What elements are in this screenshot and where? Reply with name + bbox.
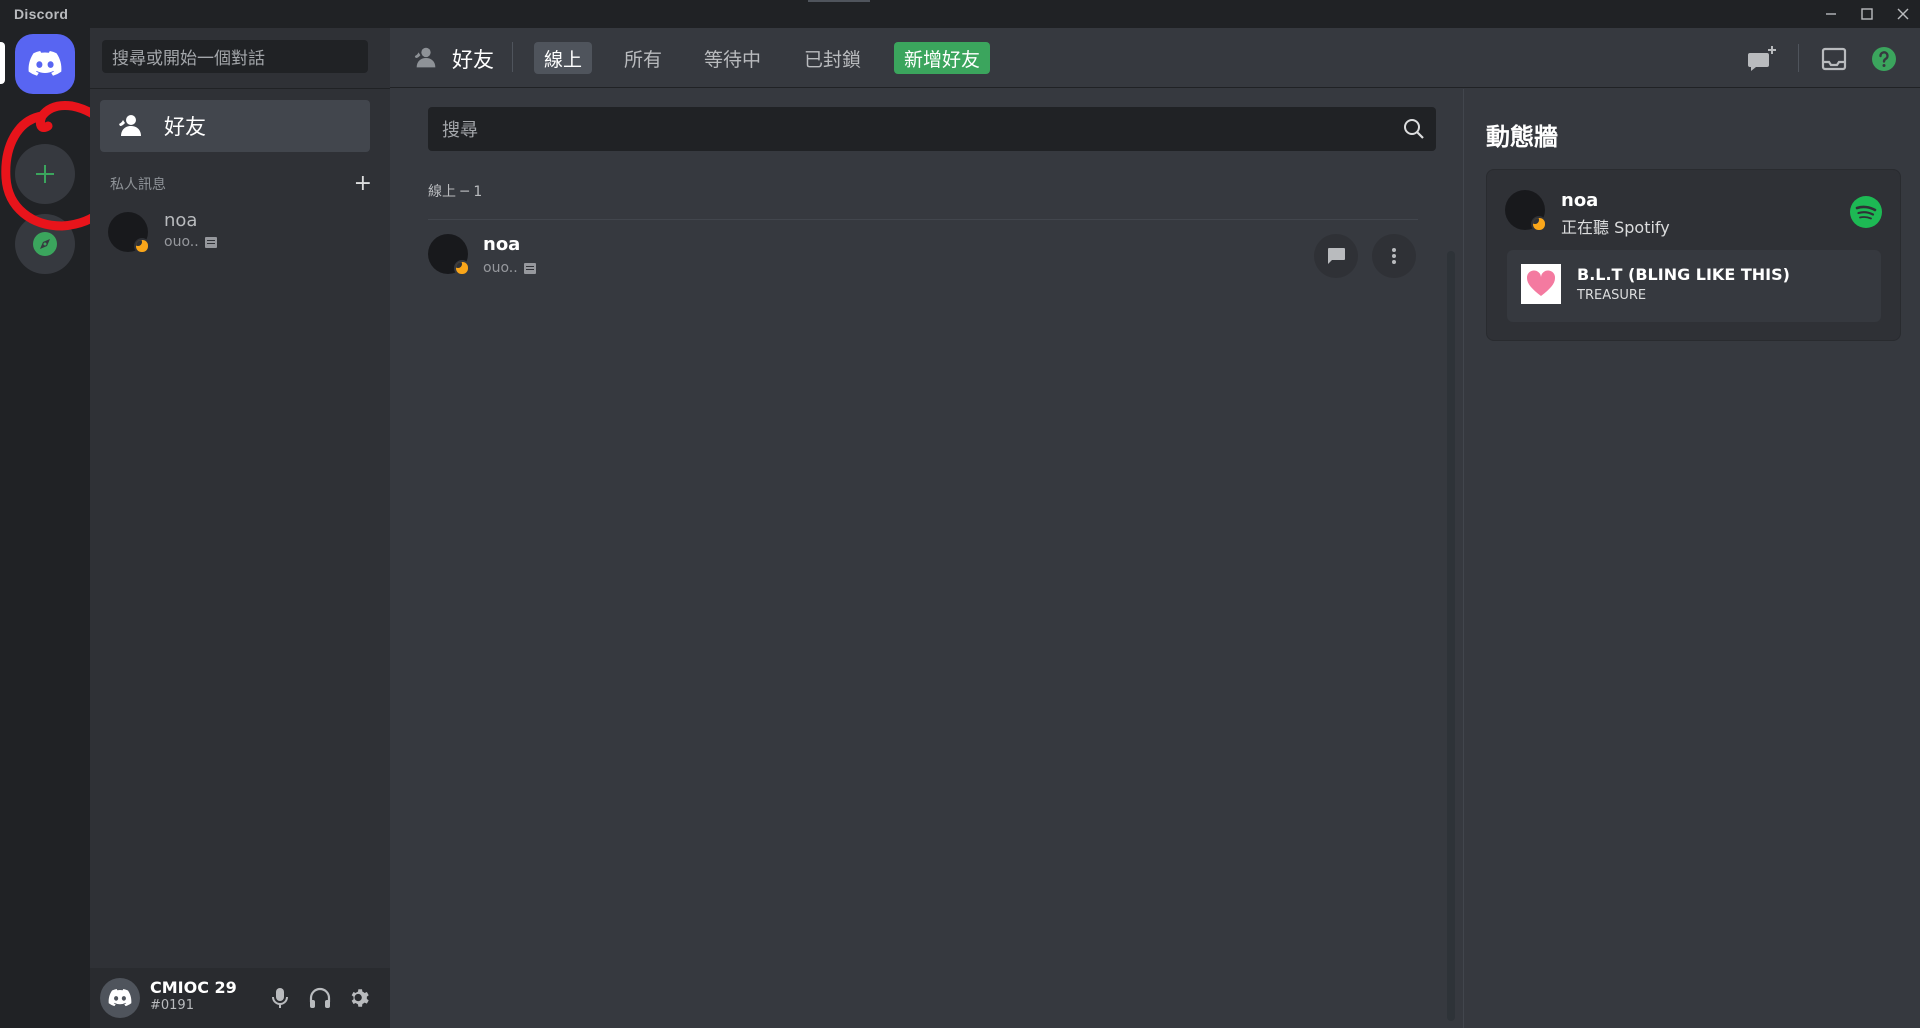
title-bar: Discord: [0, 0, 1920, 28]
inbox-icon: [1821, 47, 1847, 71]
gear-icon: [351, 989, 369, 1007]
tab-online[interactable]: 線上: [534, 42, 593, 74]
dm-header-label: 私人訊息: [110, 177, 166, 193]
friends-list-panel: 搜尋 線上 ─ 1 noa ouo..: [390, 89, 1463, 1028]
help-icon: [1872, 47, 1896, 71]
activity-card[interactable]: noa 正在聽 Spotify B.L.T (BLING LIKE THIS) …: [1486, 169, 1901, 341]
tab-all[interactable]: 所有: [614, 42, 672, 74]
user-tag: #0191: [150, 998, 194, 1013]
idle-status-icon: [454, 260, 470, 276]
more-vertical-icon: [1392, 248, 1396, 264]
app-title: Discord: [14, 6, 69, 22]
help-button[interactable]: [1868, 43, 1900, 75]
more-options-button[interactable]: [1372, 234, 1416, 278]
add-friend-button[interactable]: 新增好友: [894, 42, 991, 74]
track-title: B.L.T (BLING LIKE THIS): [1577, 265, 1790, 284]
microphone-icon: [272, 988, 288, 1008]
discord-logo-icon: [108, 989, 132, 1007]
sidebar-item-friends[interactable]: 好友: [100, 100, 370, 152]
deafen-button[interactable]: [306, 984, 334, 1012]
sidebar-item-friends-label: 好友: [164, 115, 206, 139]
page-title: 好友: [452, 48, 494, 72]
server-list: [0, 28, 127, 1028]
discord-logo-icon: [28, 51, 62, 76]
dm-search-placeholder: 搜尋或開始一個對話: [112, 49, 265, 69]
custom-status-icon: [204, 236, 217, 248]
dm-list-item[interactable]: noa ouo..: [108, 208, 370, 256]
activity-title: 動態牆: [1486, 123, 1558, 151]
online-count-header: 線上 ─ 1: [428, 184, 483, 200]
avatar[interactable]: [100, 978, 140, 1018]
friend-status: ouo..: [483, 260, 536, 276]
friend-status-text: ouo..: [483, 260, 518, 276]
main-area: 好友 線上 所有 等待中 已封鎖 新增好友 搜尋 線上 ─ 1 noa ouo.…: [390, 28, 1920, 1028]
inbox-button[interactable]: [1818, 43, 1850, 75]
search-icon: [1404, 119, 1424, 139]
list-divider: [428, 219, 1418, 220]
track-artist: TREASURE: [1577, 288, 1647, 303]
idle-status-icon: [134, 238, 150, 254]
friend-name: noa: [483, 234, 521, 255]
tab-blocked[interactable]: 已封鎖: [794, 42, 871, 74]
close-button[interactable]: [1890, 4, 1916, 24]
user-settings-button[interactable]: [346, 984, 374, 1012]
new-group-dm-icon: [1748, 46, 1776, 71]
user-panel: CMIOC 29 #0191: [90, 968, 390, 1028]
dm-search-input[interactable]: 搜尋或開始一個對話: [102, 40, 368, 73]
create-dm-button[interactable]: +: [354, 173, 372, 195]
friends-icon: [119, 115, 141, 136]
new-group-dm-button[interactable]: [1746, 43, 1778, 75]
dm-name: noa: [164, 210, 198, 231]
dm-status: ouo..: [164, 234, 217, 250]
custom-status-icon: [523, 262, 536, 274]
dm-header: 私人訊息 +: [110, 173, 372, 195]
home-button[interactable]: [15, 34, 75, 94]
maximize-icon: [1861, 8, 1873, 20]
friends-search-placeholder: 搜尋: [442, 120, 478, 141]
scrollbar[interactable]: [1447, 251, 1455, 1021]
friends-search-input[interactable]: 搜尋: [428, 107, 1436, 151]
mute-button[interactable]: [266, 984, 294, 1012]
tab-separator: [512, 42, 513, 72]
friends-icon: [414, 47, 436, 68]
idle-status-icon: [1531, 216, 1547, 232]
username: CMIOC 29: [150, 978, 237, 997]
tab-pending[interactable]: 等待中: [694, 42, 771, 74]
dm-sidebar: 搜尋或開始一個對話 好友 私人訊息 + noa ouo..: [90, 28, 390, 1028]
dm-sidebar-divider: [90, 88, 390, 89]
headphones-icon: [309, 987, 331, 1008]
spotify-icon: [1850, 196, 1882, 228]
title-bar-notch: [808, 0, 870, 2]
activity-status-text: 正在聽 Spotify: [1561, 218, 1670, 237]
minimize-button[interactable]: [1818, 4, 1844, 24]
minimize-icon: [1826, 13, 1836, 15]
close-icon: [1897, 8, 1909, 20]
dm-status-text: ouo..: [164, 234, 199, 250]
message-icon: [1328, 248, 1345, 264]
friend-row[interactable]: noa ouo..: [428, 224, 1418, 286]
friends-top-bar: 好友 線上 所有 等待中 已封鎖 新增好友: [390, 28, 1920, 88]
album-art: [1521, 264, 1561, 304]
activity-feed: 動態牆 noa 正在聽 Spotify B.L.T (BLING LIKE TH…: [1463, 89, 1920, 1028]
message-button[interactable]: [1314, 234, 1358, 278]
selected-indicator: [0, 42, 5, 84]
heart-icon: [1526, 270, 1556, 296]
top-bar-separator: [1798, 44, 1799, 72]
activity-user-name: noa: [1561, 190, 1599, 211]
now-playing-track[interactable]: B.L.T (BLING LIKE THIS) TREASURE: [1507, 250, 1881, 322]
maximize-button[interactable]: [1854, 4, 1880, 24]
